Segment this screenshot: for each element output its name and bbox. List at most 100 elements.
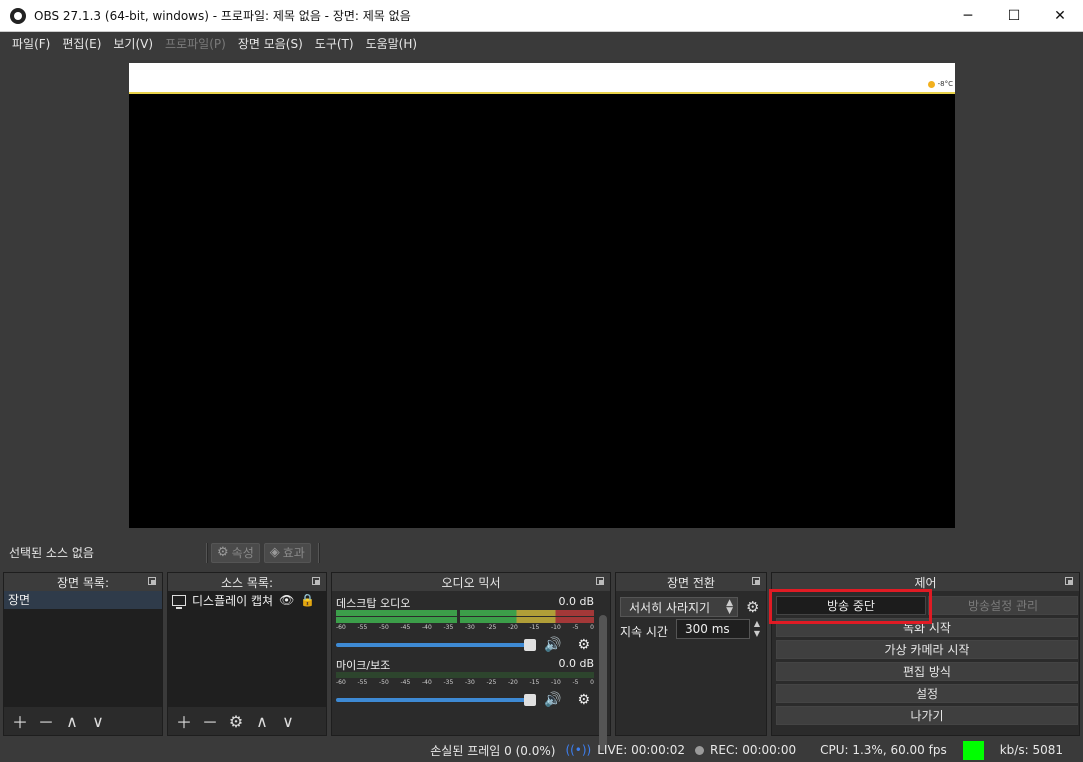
chevron-updown-icon: ▲ ▼ — [726, 598, 733, 616]
scene-transitions-dock: 장면 전환 서서히 사라지기 ▲ ▼ ⚙ 지속 시간 300 ms ▲ ▼ — [615, 572, 767, 736]
duration-label: 지속 시간 — [620, 625, 668, 639]
maximize-button[interactable]: ☐ — [991, 0, 1037, 32]
move-source-down-button[interactable]: ∨ — [278, 711, 298, 731]
float-dock-icon[interactable] — [148, 577, 156, 585]
channel-level: 0.0 dB — [558, 657, 594, 670]
properties-button[interactable]: ⚙ 속성 — [211, 542, 260, 563]
add-scene-button[interactable]: ＋ — [10, 711, 30, 732]
menu-file[interactable]: 파일(F) — [6, 35, 56, 52]
gear-icon[interactable]: ⚙ — [577, 637, 590, 653]
toolbar-separator — [206, 542, 208, 563]
menu-scene-collection[interactable]: 장면 모음(S) — [232, 35, 309, 52]
scenes-footer: ＋ － ∧ ∨ — [4, 707, 162, 735]
menu-help[interactable]: 도움말(H) — [360, 35, 424, 52]
scenes-dock: 장면 목록: 장면 ＋ － ∧ ∨ — [3, 572, 163, 736]
obs-logo-icon — [10, 7, 26, 24]
volume-meter — [336, 617, 594, 623]
add-source-button[interactable]: ＋ — [174, 711, 194, 732]
status-bar: 손실된 프레임 0 (0.0%) ((•)) LIVE: 00:00:02 RE… — [0, 738, 1083, 762]
source-item[interactable]: 디스플레이 캡쳐 👁 🔒 — [168, 591, 326, 609]
move-scene-up-button[interactable]: ∧ — [62, 711, 82, 731]
broadcast-icon: ((•)) — [565, 743, 592, 757]
scene-item[interactable]: 장면 — [4, 591, 162, 609]
sources-dock-title: 소스 목록: — [220, 575, 274, 590]
controls-dock-title: 제어 — [914, 575, 937, 590]
volume-slider[interactable] — [336, 694, 536, 706]
volume-slider-handle[interactable] — [524, 639, 536, 651]
filter-icon: ◈ — [269, 545, 280, 560]
preview-area: -8°C — [0, 54, 1083, 537]
mixer-channels: 데스크탑 오디오 0.0 dB -60 -55 -50 -45 -40 -35 -30 -25… — [332, 591, 610, 751]
sources-dock-header: 소스 목록: — [168, 573, 326, 591]
scenes-dock-title: 장면 목록: — [56, 575, 110, 590]
mixer-channel-mic: 마이크/보조 0.0 dB -60 -55 -50 -45 -40 -35 -30 -25 -2… — [336, 657, 594, 709]
close-button[interactable]: ✕ — [1037, 0, 1083, 32]
transition-gear-icon[interactable]: ⚙ — [746, 598, 759, 616]
float-dock-icon[interactable] — [752, 577, 760, 585]
rec-timer: REC: 00:00:00 — [710, 743, 797, 757]
menu-edit[interactable]: 편집(E) — [56, 35, 107, 52]
gear-icon[interactable]: ⚙ — [577, 692, 590, 708]
manage-broadcast-button: 방송설정 관리 — [928, 596, 1078, 615]
cpu-usage: CPU: 1.3%, 60.00 fps — [820, 743, 947, 757]
monitor-icon — [172, 594, 186, 609]
float-dock-icon[interactable] — [1065, 577, 1073, 585]
move-scene-down-button[interactable]: ∨ — [88, 711, 108, 731]
highlight-annotation — [769, 589, 932, 624]
record-dot-icon — [695, 745, 705, 755]
stream-health-indicator — [962, 740, 984, 760]
transition-selected: 서서히 사라지기 — [629, 600, 711, 615]
preview-canvas[interactable]: -8°C — [129, 63, 955, 528]
source-name: 디스플레이 캡쳐 — [192, 593, 274, 608]
studio-mode-button[interactable]: 편집 방식 — [776, 662, 1078, 681]
captured-tray: -8°C — [927, 80, 953, 88]
dropped-frames: 손실된 프레임 0 (0.0%) — [430, 743, 556, 758]
volume-slider[interactable] — [336, 639, 536, 651]
bitrate: kb/s: 5081 — [999, 743, 1063, 757]
float-dock-icon[interactable] — [312, 577, 320, 585]
remove-scene-button[interactable]: － — [36, 711, 56, 732]
captured-taskbar: -8°C — [129, 63, 955, 94]
speaker-icon[interactable]: 🔊 — [544, 692, 561, 708]
mixer-channel-desktop: 데스크탑 오디오 0.0 dB -60 -55 -50 -45 -40 -35 -30 -25… — [336, 595, 594, 654]
lock-icon[interactable]: 🔒 — [300, 593, 315, 607]
title-bar: OBS 27.1.3 (64-bit, windows) - 프로파일: 제목 … — [0, 0, 1083, 32]
audio-mixer-dock: 오디오 믹서 데스크탑 오디오 0.0 dB -60 -55 -50 -45 -40 -3… — [331, 572, 611, 751]
scenes-list: 장면 — [4, 591, 162, 707]
menu-tools[interactable]: 도구(T) — [309, 35, 360, 52]
channel-name: 마이크/보조 — [336, 659, 391, 672]
meter-ticks: -60 -55 -50 -45 -40 -35 -30 -25 -20 -15 -10 -5 0 — [336, 679, 594, 686]
volume-slider-handle[interactable] — [524, 694, 536, 706]
menu-view[interactable]: 보기(V) — [107, 35, 159, 52]
no-source-selected-label: 선택된 소스 없음 — [9, 546, 94, 560]
meter-ticks: -60 -55 -50 -45 -40 -35 -30 -25 -20 -15 -10 -5 0 — [336, 624, 594, 631]
remove-source-button[interactable]: － — [200, 711, 220, 732]
start-virtual-camera-button[interactable]: 가상 카메라 시작 — [776, 640, 1078, 659]
channel-level: 0.0 dB — [558, 595, 594, 608]
settings-button[interactable]: 설정 — [776, 684, 1078, 703]
menu-bar: 파일(F) 편집(E) 보기(V) 프로파일(P) 장면 모음(S) 도구(T)… — [0, 32, 1083, 54]
filters-button[interactable]: ◈ 효과 — [263, 542, 311, 563]
volume-meter — [336, 672, 594, 678]
source-properties-gear-icon[interactable]: ⚙ — [226, 711, 246, 731]
float-dock-icon[interactable] — [596, 577, 604, 585]
properties-label: 속성 — [231, 546, 254, 560]
window-controls: ─ ☐ ✕ — [945, 0, 1083, 32]
gear-icon: ⚙ — [217, 545, 229, 560]
visibility-eye-icon[interactable]: 👁 — [279, 593, 294, 607]
duration-spinner[interactable]: ▲ ▼ — [750, 619, 764, 639]
source-toolbar: 선택된 소스 없음 ⚙ 속성 ◈ 효과 — [3, 540, 1080, 565]
transitions-panel: 서서히 사라지기 ▲ ▼ ⚙ 지속 시간 300 ms ▲ ▼ — [616, 591, 766, 735]
speaker-icon[interactable]: 🔊 — [544, 637, 561, 653]
minimize-button[interactable]: ─ — [945, 0, 991, 32]
exit-button[interactable]: 나가기 — [776, 706, 1078, 725]
transition-select[interactable]: 서서히 사라지기 ▲ ▼ — [620, 597, 738, 617]
duration-input[interactable]: 300 ms — [676, 619, 750, 639]
mixer-scrollbar[interactable] — [599, 615, 607, 751]
sources-footer: ＋ － ⚙ ∧ ∨ — [168, 707, 326, 735]
transitions-dock-header: 장면 전환 — [616, 573, 766, 591]
mixer-dock-header: 오디오 믹서 — [332, 573, 610, 591]
mixer-dock-title: 오디오 믹서 — [441, 575, 501, 590]
move-source-up-button[interactable]: ∧ — [252, 711, 272, 731]
window-title: OBS 27.1.3 (64-bit, windows) - 프로파일: 제목 … — [34, 9, 411, 23]
